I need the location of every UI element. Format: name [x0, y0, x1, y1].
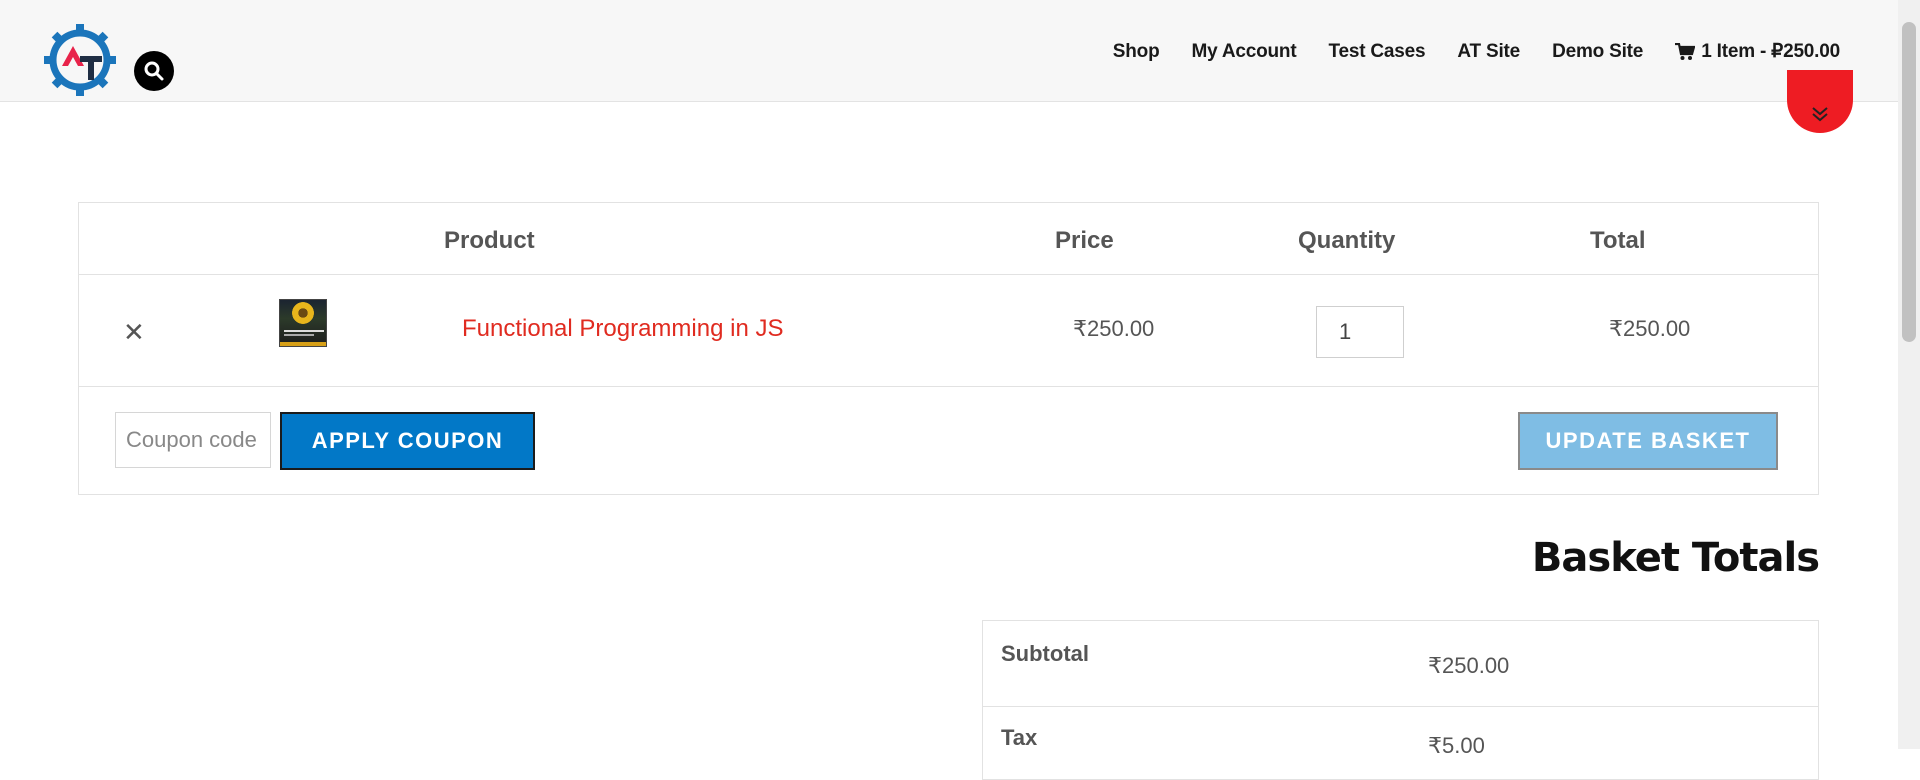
- tax-label: Tax: [1001, 725, 1038, 750]
- nav-test-cases[interactable]: Test Cases: [1328, 41, 1425, 63]
- column-header-quantity: Quantity: [1298, 227, 1396, 254]
- basket-totals-heading: Basket Totals: [1531, 535, 1820, 581]
- site-header: Shop My Account Test Cases AT Site Demo …: [0, 0, 1898, 102]
- nav-shop[interactable]: Shop: [1113, 41, 1160, 63]
- scroll-down-button[interactable]: [1787, 70, 1853, 133]
- table-row: ✕ Functional Programming in JS ₹250.00 ₹…: [79, 275, 1818, 387]
- totals-row-subtotal: Subtotal ₹250.00: [983, 621, 1818, 707]
- scrollbar-thumb[interactable]: [1902, 22, 1916, 342]
- search-button[interactable]: [134, 51, 174, 91]
- nav-at-site[interactable]: AT Site: [1457, 41, 1520, 63]
- basket-totals-table: Subtotal ₹250.00 Tax ₹5.00: [982, 620, 1819, 780]
- nav-demo-site[interactable]: Demo Site: [1552, 41, 1643, 63]
- column-header-price: Price: [1055, 227, 1114, 254]
- double-chevron-down-icon: [1812, 107, 1828, 122]
- column-header-total: Total: [1590, 227, 1646, 254]
- update-basket-button[interactable]: UPDATE BASKET: [1518, 412, 1778, 470]
- cart-table: Product Price Quantity Total ✕ Functiona…: [78, 202, 1819, 495]
- main-nav: Shop My Account Test Cases AT Site Demo …: [1113, 40, 1840, 63]
- subtotal-value: ₹250.00: [1428, 653, 1510, 678]
- remove-item-icon[interactable]: ✕: [123, 319, 145, 345]
- product-thumbnail[interactable]: [279, 299, 327, 347]
- column-header-product: Product: [444, 227, 535, 254]
- logo-gear-icon: [44, 24, 116, 96]
- product-name-link[interactable]: Functional Programming in JS: [462, 315, 783, 343]
- page-scrollbar[interactable]: [1898, 0, 1920, 749]
- cart-table-header: Product Price Quantity Total: [79, 203, 1818, 275]
- item-price: ₹250.00: [1073, 316, 1155, 341]
- cart-icon: [1675, 42, 1696, 60]
- nav-cart[interactable]: 1 Item - ₽250.00: [1675, 40, 1840, 63]
- coupon-code-input[interactable]: [115, 412, 271, 468]
- site-logo[interactable]: [40, 20, 120, 100]
- cart-actions-row: APPLY COUPON UPDATE BASKET: [79, 387, 1818, 495]
- item-total: ₹250.00: [1609, 316, 1691, 341]
- cart-summary: 1 Item - ₽250.00: [1701, 41, 1840, 62]
- apply-coupon-button[interactable]: APPLY COUPON: [280, 412, 535, 470]
- tax-value: ₹5.00: [1428, 733, 1485, 758]
- subtotal-label: Subtotal: [1001, 641, 1089, 666]
- quantity-input[interactable]: [1316, 306, 1404, 358]
- nav-my-account[interactable]: My Account: [1192, 41, 1297, 63]
- search-icon: [144, 61, 164, 81]
